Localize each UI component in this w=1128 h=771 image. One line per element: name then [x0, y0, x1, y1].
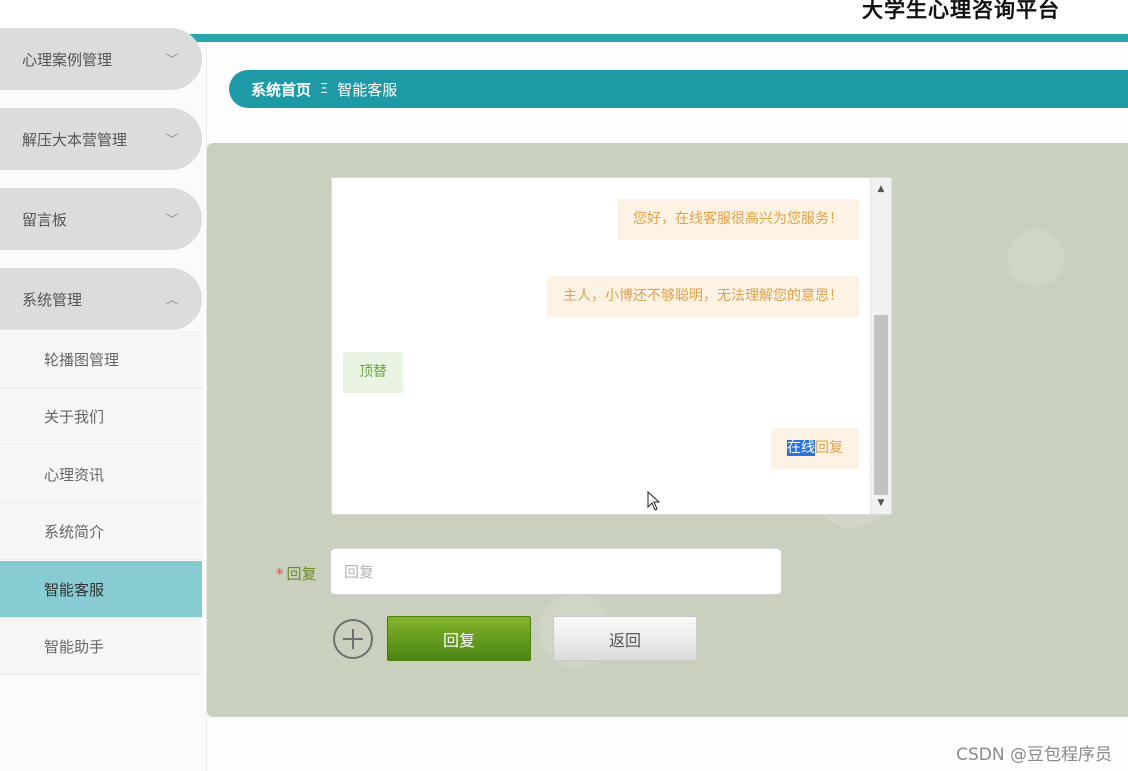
back-button[interactable]: 返回 — [553, 616, 697, 661]
sidebar-item-system-intro[interactable]: 系统简介 — [0, 503, 202, 560]
sidebar-item-carousel[interactable]: 轮播图管理 — [0, 331, 202, 388]
reply-label-text: 回复 — [286, 565, 317, 583]
chat-scrollbar[interactable]: ▲ ▼ — [870, 178, 891, 514]
sidebar-menu-message-board[interactable]: 留言板 ﹀ — [0, 188, 202, 250]
sidebar-menu-system-management[interactable]: 系统管理 ︿ — [0, 268, 202, 330]
chevron-up-icon: ︿ — [165, 292, 178, 307]
chat-message-text: 顶替 — [359, 364, 387, 380]
reply-field-label: * 回复 — [276, 563, 317, 584]
chat-message-bot: 您好，在线客服很高兴为您服务！ — [617, 199, 859, 240]
sidebar-menu-label: 心理案例管理 — [22, 50, 113, 69]
chat-message-bot: 主人，小博还不够聪明，无法理解您的意思！ — [547, 276, 859, 317]
sidebar-menu-case-management[interactable]: 心理案例管理 ﹀ — [0, 28, 202, 90]
chat-message-text: 回复 — [815, 440, 843, 456]
selected-text: 在线 — [787, 440, 815, 456]
sidebar-item-label: 智能客服 — [44, 580, 105, 599]
breadcrumb-home-link[interactable]: 系统首页 — [251, 79, 311, 100]
chat-message-text: 您好，在线客服很高兴为您服务！ — [633, 211, 843, 227]
scroll-down-arrow-icon[interactable]: ▼ — [871, 494, 891, 512]
scroll-up-arrow-icon[interactable]: ▲ — [871, 180, 891, 198]
breadcrumb: 系统首页 Ξ 智能客服 — [229, 70, 1128, 108]
sidebar-item-psych-news[interactable]: 心理资讯 — [0, 446, 202, 503]
sidebar-item-label: 轮播图管理 — [44, 350, 120, 369]
reply-submit-button[interactable]: 回复 — [387, 616, 531, 661]
sidebar-item-about-us[interactable]: 关于我们 — [0, 388, 202, 445]
sidebar-item-label: 智能助手 — [44, 637, 105, 656]
chat-history[interactable]: 您好，在线客服很高兴为您服务！ 主人，小博还不够聪明，无法理解您的意思！ 顶替 … — [331, 177, 892, 515]
sidebar-menu-stress-relief[interactable]: 解压大本营管理 ﹀ — [0, 108, 202, 170]
sidebar-item-label: 心理资讯 — [44, 465, 105, 484]
scroll-thumb[interactable] — [874, 315, 888, 495]
chat-message-user: 顶替 — [343, 352, 403, 393]
add-circle-icon[interactable] — [333, 619, 373, 659]
sidebar-item-smart-assistant[interactable]: 智能助手 — [0, 618, 202, 675]
sidebar-item-smart-service[interactable]: 智能客服 — [0, 561, 202, 618]
chat-message-bot: 在线回复 — [771, 428, 859, 469]
mouse-cursor-icon — [647, 491, 661, 511]
chevron-down-icon: ﹀ — [165, 132, 178, 147]
app-title: 大学生心理咨询平台 — [862, 0, 1060, 22]
sidebar-menu-label: 留言板 — [22, 210, 68, 229]
sidebar-menu-label: 解压大本营管理 — [22, 130, 128, 149]
breadcrumb-current: 智能客服 — [337, 80, 398, 99]
sidebar-menu-label: 系统管理 — [22, 290, 83, 309]
required-mark: * — [276, 565, 284, 583]
chevron-down-icon: ﹀ — [165, 52, 178, 67]
reply-input[interactable] — [330, 548, 782, 595]
sidebar-item-label: 系统简介 — [44, 522, 105, 541]
watermark: CSDN @豆包程序员 — [956, 745, 1112, 765]
chevron-down-icon: ﹀ — [165, 212, 178, 227]
sidebar-item-label: 关于我们 — [44, 407, 105, 426]
chat-message-text: 主人，小博还不够聪明，无法理解您的意思！ — [563, 288, 843, 304]
breadcrumb-separator-icon: Ξ — [320, 81, 329, 97]
